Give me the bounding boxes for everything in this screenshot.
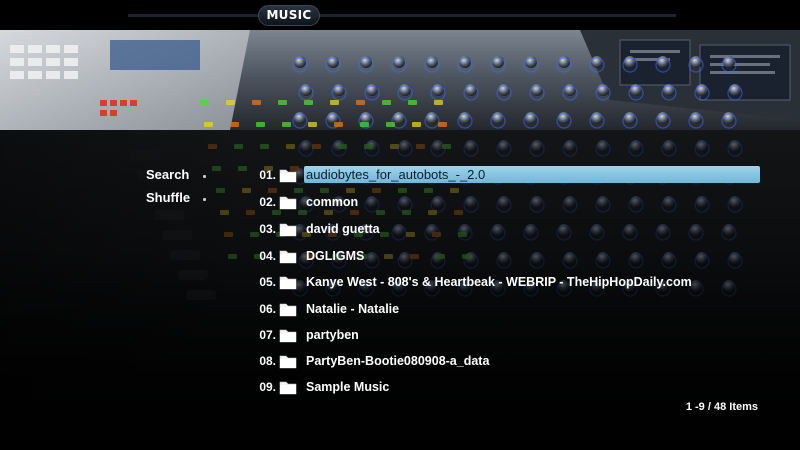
console-led	[200, 100, 209, 105]
row-number: 04.	[259, 249, 276, 263]
music-browser-screen: MUSIC Search Shuffle 01. audiobytes_for_a…	[0, 0, 800, 450]
console-led	[230, 122, 239, 127]
folder-name: david guetta	[306, 222, 380, 236]
console-led	[356, 100, 365, 105]
row-number: 02.	[259, 195, 276, 209]
console-led	[408, 100, 417, 105]
console-led	[256, 122, 265, 127]
folder-icon	[279, 276, 297, 290]
console-led	[438, 122, 447, 127]
folder-icon	[279, 250, 297, 264]
row-number: 07.	[259, 328, 276, 342]
folder-row[interactable]: 08. PartyBen-Bootie080908-a_data	[246, 351, 762, 371]
folder-row[interactable]: 04. DGLIGMS	[246, 246, 762, 266]
console-led	[382, 100, 391, 105]
folder-icon	[279, 223, 297, 237]
item-count: 1 -9 / 48 Items	[685, 401, 758, 413]
folder-row[interactable]: 01. audiobytes_for_autobots_-_2.0	[246, 165, 762, 185]
background-left-shade	[0, 130, 260, 450]
folder-row[interactable]: 07. partyben	[246, 325, 762, 345]
folder-name: PartyBen-Bootie080908-a_data	[306, 354, 490, 368]
folder-row[interactable]: 03. david guetta	[246, 219, 762, 239]
folder-icon	[279, 169, 297, 183]
console-led	[278, 100, 287, 105]
folder-row[interactable]: 02. common	[246, 192, 762, 212]
folder-icon	[279, 196, 297, 210]
folder-row[interactable]: 05. Kanye West - 808's & Heartbeak - WEBR…	[246, 272, 762, 292]
search-menu-dot	[203, 175, 206, 178]
folder-row[interactable]: 09. Sample Music	[246, 377, 762, 397]
console-led	[304, 100, 313, 105]
row-number: 08.	[259, 354, 276, 368]
console-led	[386, 122, 395, 127]
folder-icon	[279, 381, 297, 395]
console-led	[434, 100, 443, 105]
row-number: 01.	[259, 168, 276, 182]
shuffle-menu-item[interactable]: Shuffle	[146, 188, 190, 208]
search-menu-item[interactable]: Search	[146, 165, 189, 185]
console-led	[308, 122, 317, 127]
folder-name: common	[306, 195, 359, 209]
console-led	[204, 122, 213, 127]
folder-icon	[279, 329, 297, 343]
console-led	[412, 122, 421, 127]
title-divider-line	[128, 14, 676, 17]
row-number: 09.	[259, 380, 276, 394]
shuffle-menu-dot	[203, 198, 206, 201]
folder-name: partyben	[306, 328, 359, 342]
row-number: 05.	[259, 275, 276, 289]
folder-name: DGLIGMS	[306, 249, 365, 263]
console-led	[252, 100, 261, 105]
folder-name: Kanye West - 808's & Heartbeak - WEBRIP …	[306, 275, 692, 289]
row-number: 03.	[259, 222, 276, 236]
console-led	[360, 122, 369, 127]
folder-name: Sample Music	[306, 380, 390, 394]
console-led	[330, 100, 339, 105]
console-led	[334, 122, 343, 127]
console-led	[282, 122, 291, 127]
folder-icon	[279, 303, 297, 317]
folder-name: audiobytes_for_autobots_-_2.0	[306, 167, 486, 182]
folder-name: Natalie - Natalie	[306, 302, 400, 316]
folder-icon	[279, 355, 297, 369]
page-title: MUSIC	[266, 8, 312, 22]
row-number: 06.	[259, 302, 276, 316]
console-led	[226, 100, 235, 105]
folder-row[interactable]: 06. Natalie - Natalie	[246, 299, 762, 319]
